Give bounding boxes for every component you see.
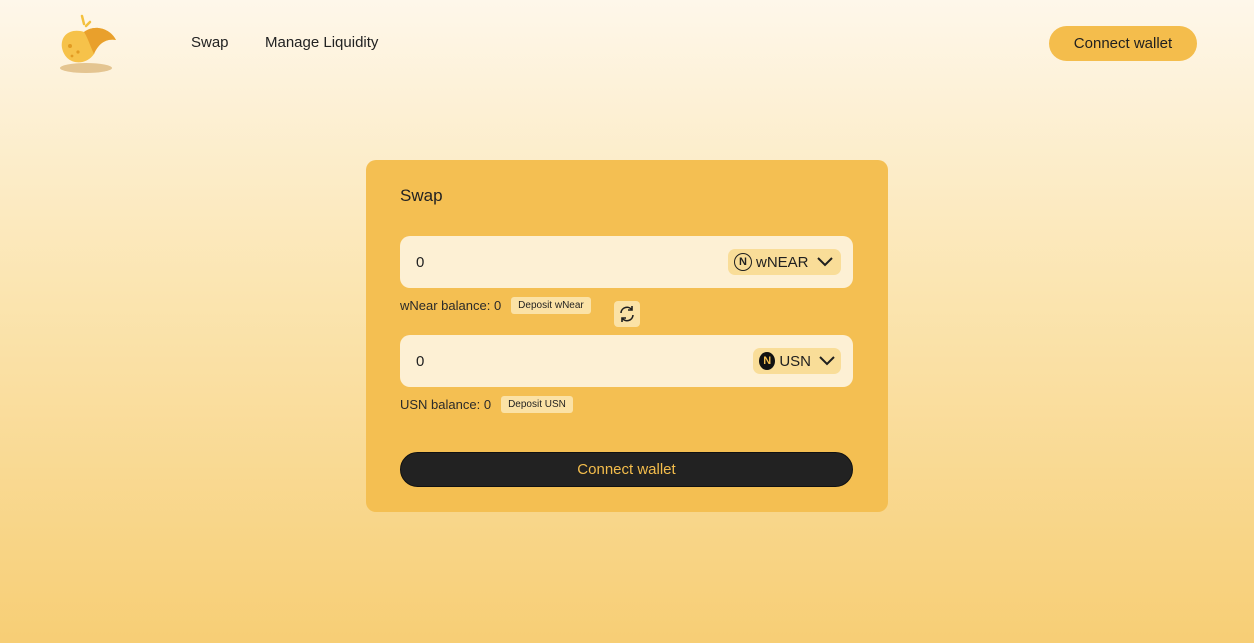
from-token-label: wNEAR bbox=[756, 253, 809, 271]
to-field: N USN bbox=[400, 335, 853, 387]
nav-swap[interactable]: Swap bbox=[191, 34, 229, 51]
taco-logo-icon[interactable] bbox=[54, 14, 120, 74]
from-token-selector[interactable]: N wNEAR bbox=[728, 249, 841, 275]
usn-icon: N bbox=[759, 352, 776, 370]
from-field: N wNEAR bbox=[400, 236, 853, 288]
deposit-wnear-button[interactable]: Deposit wNear bbox=[511, 297, 591, 314]
swap-card: Swap N wNEAR wNear balance: 0 Deposit wN… bbox=[366, 160, 888, 512]
from-balance-text: wNear balance: 0 bbox=[400, 298, 502, 313]
from-amount-input[interactable] bbox=[416, 252, 666, 272]
chevron-down-icon bbox=[819, 356, 835, 366]
to-balance-text: USN balance: 0 bbox=[400, 397, 492, 412]
to-balance-row: USN balance: 0 Deposit USN bbox=[400, 396, 573, 413]
connect-wallet-button[interactable]: Connect wallet bbox=[400, 452, 853, 487]
deposit-usn-button[interactable]: Deposit USN bbox=[501, 396, 573, 413]
to-token-selector[interactable]: N USN bbox=[753, 348, 841, 374]
from-balance-row: wNear balance: 0 Deposit wNear bbox=[400, 297, 591, 314]
swap-arrows-icon[interactable] bbox=[614, 301, 640, 327]
header: Swap Manage Liquidity Connect wallet bbox=[0, 0, 1254, 90]
nav-manage-liquidity[interactable]: Manage Liquidity bbox=[265, 34, 378, 51]
to-amount-input[interactable] bbox=[416, 351, 666, 371]
to-token-label: USN bbox=[779, 352, 811, 370]
near-icon: N bbox=[734, 253, 752, 271]
chevron-down-icon bbox=[816, 257, 833, 267]
header-connect-wallet-button[interactable]: Connect wallet bbox=[1049, 26, 1197, 61]
swap-title: Swap bbox=[400, 186, 443, 205]
